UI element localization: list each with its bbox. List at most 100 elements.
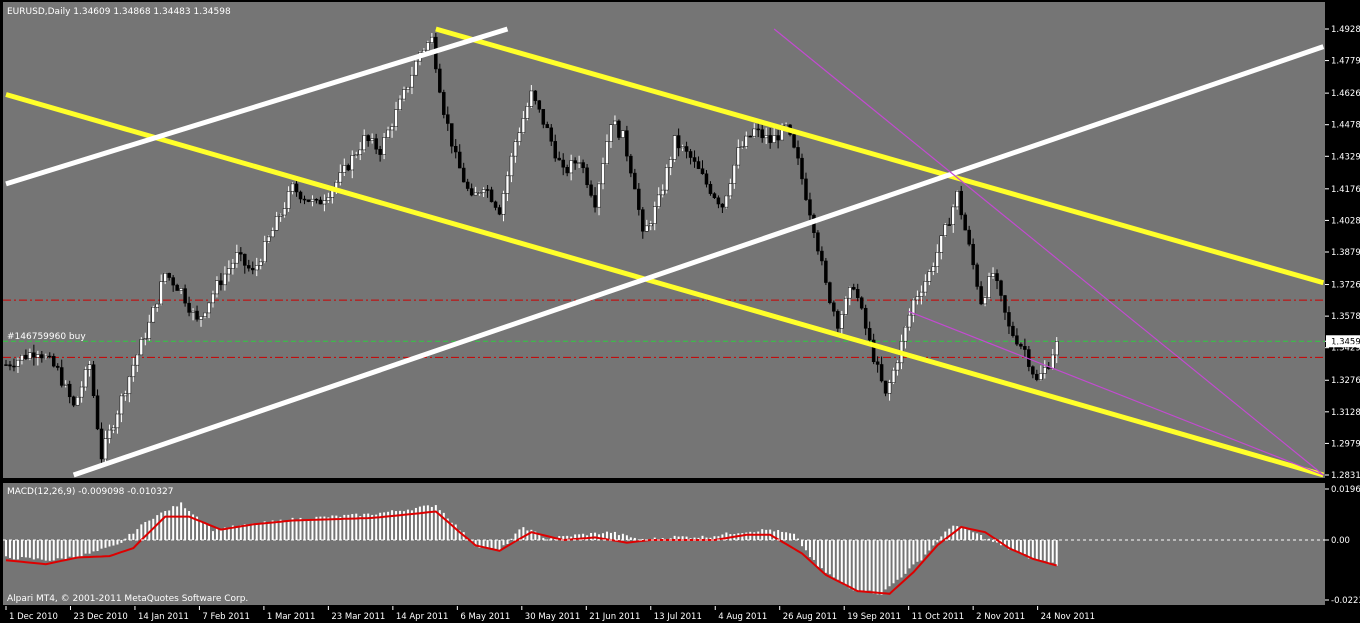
candle-body — [278, 214, 283, 217]
candle-body — [95, 395, 100, 430]
candle-body — [402, 89, 406, 100]
chart-canvas[interactable]: 1.49280 1.47795 1.46265 1.44780 1.43295 1.417… — [0, 0, 1360, 623]
price-axis: 1.49280 1.47795 1.46265 1.44780 1.43295 1.417… — [1325, 25, 1360, 481]
price-tick-label: 1.28310 — [1331, 471, 1360, 481]
time-tick-label: 6 May 2011 — [460, 612, 510, 622]
candle-body — [565, 167, 569, 174]
candle-body — [577, 162, 581, 164]
macd-bar — [832, 540, 835, 578]
macd-bar — [804, 540, 807, 551]
candle-body — [155, 303, 159, 308]
candle-body — [581, 162, 585, 169]
macd-bar — [864, 540, 867, 593]
macd-bar — [180, 502, 183, 540]
candle-body — [1031, 366, 1035, 375]
candle-body — [318, 199, 323, 205]
candle-body — [593, 195, 597, 208]
candle-body — [629, 155, 633, 174]
macd-bar — [828, 540, 831, 575]
candle-body — [378, 148, 382, 155]
macd-bar — [36, 540, 39, 559]
macd-bar — [283, 521, 286, 540]
candle-body — [597, 183, 601, 208]
candle-body — [680, 146, 685, 149]
candle-body — [310, 198, 315, 202]
candle-body — [143, 338, 148, 340]
macd-pane[interactable] — [3, 483, 1325, 605]
macd-bar — [980, 535, 983, 540]
candle-body — [987, 276, 991, 298]
candle-body — [410, 74, 414, 88]
candle-body — [505, 175, 510, 194]
macd-bar — [100, 540, 103, 549]
macd-bar — [132, 533, 135, 540]
macd-bar — [1019, 540, 1022, 553]
macd-bar — [613, 531, 616, 540]
macd-bar — [1043, 540, 1046, 561]
candle-body — [231, 262, 235, 269]
macd-bar — [502, 540, 505, 546]
macd-bar — [295, 519, 298, 540]
candle-body — [235, 252, 239, 264]
candle-body — [879, 364, 884, 382]
candle-body — [979, 286, 983, 305]
macd-header: MACD(12,26,9) -0.009098 -0.010327 — [7, 487, 173, 497]
price-pane[interactable] — [3, 2, 1325, 478]
macd-tick-label: 0.00 — [1331, 536, 1350, 546]
candle-body — [768, 135, 772, 143]
macd-bar — [219, 529, 222, 540]
candle-body — [12, 365, 16, 368]
candle-body — [115, 413, 120, 429]
macd-bar — [60, 540, 63, 559]
candle-body — [557, 157, 561, 161]
macd-bar — [629, 537, 632, 540]
macd-bar — [940, 536, 943, 540]
macd-bar — [204, 523, 206, 540]
candle-body — [716, 197, 721, 205]
candle-body — [919, 291, 924, 297]
macd-bar — [20, 540, 23, 558]
candle-body — [883, 380, 888, 394]
macd-bar — [136, 529, 139, 540]
macd-bar — [872, 540, 875, 594]
candle-body — [497, 207, 502, 215]
price-tick-label: 1.40280 — [1331, 216, 1360, 226]
time-tick-label: 14 Apr 2011 — [396, 612, 449, 622]
candle-body — [286, 191, 291, 209]
macd-bar — [275, 521, 278, 540]
macd-bar — [590, 532, 593, 540]
candle-body — [107, 429, 112, 439]
candle-body — [804, 178, 808, 200]
macd-bar — [494, 540, 497, 549]
candle-body — [354, 154, 358, 157]
candle-body — [672, 135, 677, 160]
candle-body — [362, 135, 366, 151]
candle-body — [844, 297, 848, 315]
time-tick-label: 30 May 2011 — [525, 612, 580, 622]
candle-body — [764, 135, 768, 139]
macd-bar — [207, 525, 210, 540]
macd-bar — [490, 540, 493, 548]
candle-body — [851, 287, 856, 290]
macd-bar — [80, 540, 83, 557]
time-tick-label: 1 Dec 2010 — [9, 612, 58, 622]
candle-body — [103, 438, 108, 460]
candle-body — [147, 321, 152, 339]
candle-body — [1003, 295, 1007, 313]
candle-body — [720, 203, 725, 208]
candle-body — [55, 365, 60, 368]
candle-body — [442, 92, 446, 115]
candle-body — [446, 114, 450, 124]
candle-body — [660, 189, 665, 196]
macd-bar — [211, 531, 214, 540]
candle-body — [975, 264, 979, 287]
macd-bar — [621, 533, 624, 540]
candle-body — [784, 124, 788, 127]
macd-bar — [860, 540, 863, 592]
candle-body — [453, 146, 458, 153]
macd-bar — [84, 540, 87, 554]
candle-body — [87, 364, 92, 370]
macd-bar — [1047, 540, 1050, 564]
candle-body — [991, 273, 995, 277]
candle-body — [649, 223, 653, 227]
